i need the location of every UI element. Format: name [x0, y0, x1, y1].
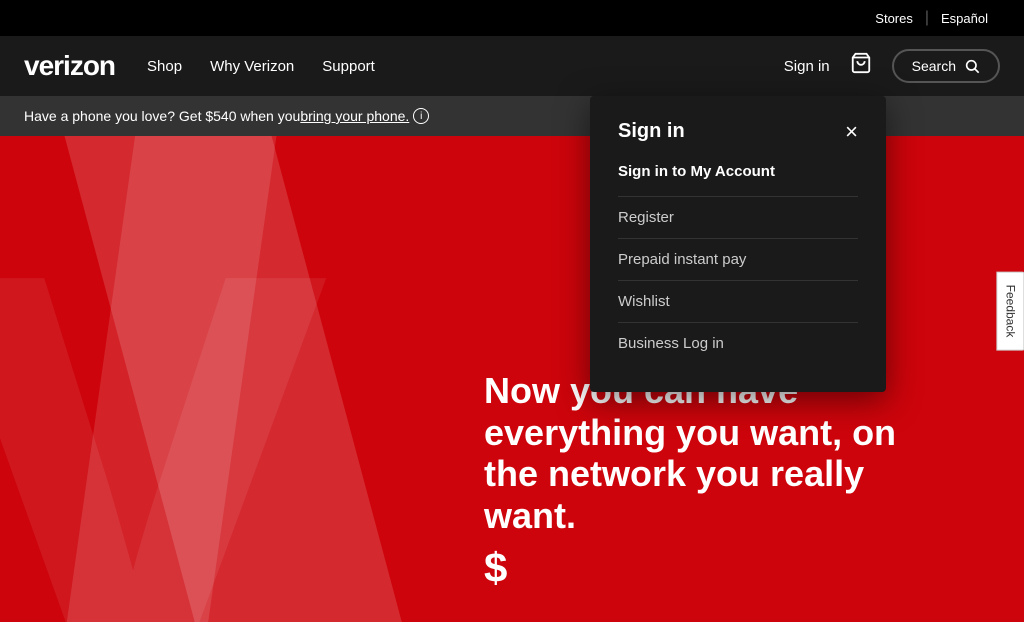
close-button[interactable]: ×	[845, 121, 858, 143]
search-button[interactable]: Search	[892, 49, 1000, 83]
search-label: Search	[912, 58, 956, 74]
nav-support[interactable]: Support	[322, 58, 375, 75]
info-icon[interactable]: i	[413, 108, 429, 124]
cart-icon[interactable]	[850, 52, 872, 80]
promo-link[interactable]: bring your phone.	[300, 108, 409, 124]
utility-bar: Stores | Español	[0, 0, 1024, 36]
nav-links: Shop Why Verizon Support	[147, 58, 784, 75]
main-nav: verizon Shop Why Verizon Support Sign in…	[0, 36, 1024, 96]
hero-price-teaser: $	[484, 544, 944, 592]
hero-shape	[0, 136, 420, 622]
dropdown-wishlist[interactable]: Wishlist	[618, 280, 858, 322]
promo-text: Have a phone you love? Get $540 when you	[24, 108, 300, 124]
hero-headline: Now you can have everything you want, on…	[484, 370, 944, 536]
logo[interactable]: verizon	[24, 50, 115, 82]
signin-link[interactable]: Sign in	[784, 58, 830, 75]
espanol-link[interactable]: Español	[929, 11, 1000, 26]
dropdown-register[interactable]: Register	[618, 196, 858, 238]
dropdown-business-login[interactable]: Business Log in	[618, 322, 858, 364]
feedback-tab[interactable]: Feedback	[997, 272, 1024, 351]
logo-text: verizon	[24, 50, 115, 81]
hero-text-block: Now you can have everything you want, on…	[484, 370, 944, 592]
dropdown-title: Sign in	[618, 120, 685, 143]
dropdown-prepaid[interactable]: Prepaid instant pay	[618, 238, 858, 280]
nav-actions: Sign in Search	[784, 49, 1000, 83]
nav-shop[interactable]: Shop	[147, 58, 182, 75]
search-icon	[964, 58, 980, 74]
dropdown-header: Sign in ×	[618, 120, 858, 143]
dropdown-menu-title[interactable]: Sign in to My Account	[618, 163, 858, 180]
nav-why-verizon[interactable]: Why Verizon	[210, 58, 294, 75]
stores-link[interactable]: Stores	[863, 11, 925, 26]
signin-dropdown: Sign in × Sign in to My Account Register…	[590, 96, 886, 392]
